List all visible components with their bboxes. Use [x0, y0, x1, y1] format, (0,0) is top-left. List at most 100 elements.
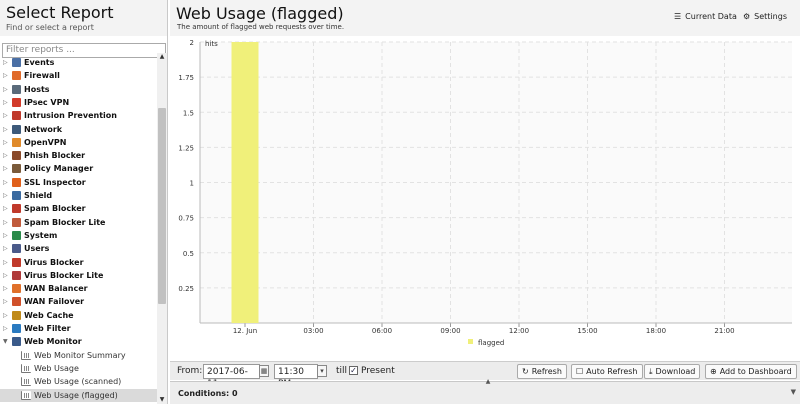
network-icon [12, 124, 21, 134]
report-title: Web Usage (flagged) [176, 4, 344, 23]
tree-item-wan-balancer[interactable]: ▷ WAN Balancer [0, 282, 157, 295]
tree-child-web-usage[interactable]: Web Usage [0, 362, 157, 375]
tree-item-label: Policy Manager [24, 164, 94, 174]
tree-item-system[interactable]: ▷ System [0, 229, 157, 242]
y-tick-label: 1 [190, 180, 194, 188]
collapsed-arrow-icon[interactable]: ▷ [3, 242, 9, 255]
tree-item-label: Firewall [24, 71, 60, 81]
tree-item-label: Shield [24, 191, 53, 200]
conditions-bar[interactable]: ▲ Conditions: 0 ▼ [170, 379, 800, 404]
tree-child-web-usage-scanned-[interactable]: Web Usage (scanned) [0, 375, 157, 388]
sidebar-header: Select Report Find or select a report [0, 0, 167, 36]
from-date-input[interactable]: 2017-06-11 [203, 364, 260, 389]
expanded-arrow-icon[interactable]: ▼ [3, 335, 9, 348]
plus-circle-icon: ⊕ [710, 367, 717, 376]
refresh-button[interactable]: ↻ Refresh [517, 364, 567, 379]
current-data-label: Current Data [685, 12, 737, 21]
tree-item-virus-blocker[interactable]: ▷ Virus Blocker [0, 256, 157, 269]
auto-refresh-button[interactable]: ☐ Auto Refresh [571, 364, 643, 379]
collapsed-arrow-icon[interactable]: ▷ [3, 189, 9, 202]
present-label: Present [361, 366, 395, 376]
tree-child-label: Web Usage (scanned) [34, 377, 122, 387]
download-button[interactable]: ⤓ Download [644, 364, 701, 379]
x-tick-label: 12:00 [509, 327, 529, 335]
tree-item-users[interactable]: ▷ Users [0, 242, 157, 255]
scrollbar-thumb[interactable] [158, 108, 166, 304]
collapsed-arrow-icon[interactable]: ▷ [3, 322, 9, 335]
web-cache-icon [12, 310, 21, 320]
web-filter-icon [12, 324, 21, 333]
collapsed-arrow-icon[interactable]: ▷ [3, 309, 9, 322]
collapsed-arrow-icon[interactable]: ▷ [3, 229, 9, 242]
collapsed-arrow-icon[interactable]: ▷ [3, 109, 9, 122]
collapsed-arrow-icon[interactable]: ▷ [3, 96, 9, 109]
ssl-inspector-icon [12, 177, 21, 187]
scroll-up-arrow-icon[interactable]: ▲ [157, 53, 167, 61]
collapsed-arrow-icon[interactable]: ▷ [3, 83, 9, 96]
collapsed-arrow-icon[interactable]: ▷ [3, 256, 9, 269]
calendar-icon[interactable]: ▦ [259, 365, 269, 377]
tree-item-hosts[interactable]: ▷ Hosts [0, 83, 157, 96]
tree-item-label: Network [24, 124, 63, 134]
x-tick-label: 15:00 [577, 327, 597, 335]
tree-item-spam-blocker-lite[interactable]: ▷ Spam Blocker Lite [0, 216, 157, 229]
tree-item-web-cache[interactable]: ▷ Web Cache [0, 309, 157, 322]
scroll-down-icon[interactable]: ▼ [791, 388, 796, 396]
collapse-toggle-icon[interactable]: ▲ [482, 379, 494, 385]
report-header: Web Usage (flagged) The amount of flagge… [170, 0, 800, 36]
collapsed-arrow-icon[interactable]: ▷ [3, 216, 9, 229]
collapsed-arrow-icon[interactable]: ▷ [3, 269, 9, 282]
users-icon [12, 244, 21, 254]
from-time-input[interactable]: 11:30 PM [274, 364, 318, 389]
collapsed-arrow-icon[interactable]: ▷ [3, 149, 9, 162]
tree-item-firewall[interactable]: ▷ Firewall [0, 69, 157, 82]
table-icon: ☰ [674, 12, 682, 21]
collapsed-arrow-icon[interactable]: ▷ [3, 176, 9, 189]
sidebar-scrollbar[interactable]: ▲ ▼ [157, 53, 167, 404]
tree-item-policy-manager[interactable]: ▷ Policy Manager [0, 162, 157, 175]
time-dropdown-icon[interactable]: ▾ [317, 365, 327, 377]
collapsed-arrow-icon[interactable]: ▷ [3, 282, 9, 295]
hosts-icon [12, 84, 21, 94]
collapsed-arrow-icon[interactable]: ▷ [3, 123, 9, 136]
tree-item-ssl-inspector[interactable]: ▷ SSL Inspector [0, 176, 157, 189]
tree-item-label: SSL Inspector [24, 177, 86, 187]
tree-item-label: Web Monitor [24, 337, 82, 347]
system-icon [12, 230, 21, 240]
tree-item-virus-blocker-lite[interactable]: ▷ Virus Blocker Lite [0, 269, 157, 282]
checkbox-icon: ☐ [576, 367, 584, 376]
collapsed-arrow-icon[interactable]: ▷ [3, 162, 9, 175]
add-to-dashboard-button[interactable]: ⊕ Add to Dashboard [705, 364, 797, 379]
current-data-button[interactable]: ☰ Current Data [674, 12, 737, 21]
tree-item-label: Hosts [24, 84, 50, 94]
bar-chart-icon [21, 377, 31, 387]
collapsed-arrow-icon[interactable]: ▷ [3, 56, 9, 69]
y-tick-label: 0.25 [178, 285, 194, 293]
bar-chart-icon [21, 363, 31, 373]
settings-button[interactable]: ⚙ Settings [743, 12, 787, 21]
tree-item-openvpn[interactable]: ▷ OpenVPN [0, 136, 157, 149]
tree-item-network[interactable]: ▷ Network [0, 123, 157, 136]
collapsed-arrow-icon[interactable]: ▷ [3, 136, 9, 149]
scroll-down-arrow-icon[interactable]: ▼ [157, 396, 167, 404]
tree-child-web-monitor-summary[interactable]: Web Monitor Summary [0, 349, 157, 362]
collapsed-arrow-icon[interactable]: ▷ [3, 295, 9, 308]
tree-item-label: Intrusion Prevention [24, 111, 117, 121]
tree-item-web-filter[interactable]: ▷ Web Filter [0, 322, 157, 335]
tree-item-ipsec-vpn[interactable]: ▷ IPsec VPN [0, 96, 157, 109]
tree-item-wan-failover[interactable]: ▷ WAN Failover [0, 295, 157, 308]
tree-item-web-monitor[interactable]: ▼ Web Monitor [0, 335, 157, 348]
collapsed-arrow-icon[interactable]: ▷ [3, 69, 9, 82]
present-checkbox[interactable]: ✓ [349, 366, 358, 375]
tree-item-intrusion-prevention[interactable]: ▷ Intrusion Prevention [0, 109, 157, 122]
tree-item-spam-blocker[interactable]: ▷ Spam Blocker [0, 202, 157, 215]
tree-item-shield[interactable]: ▷ Shield [0, 189, 157, 202]
y-tick-label: 1.5 [183, 109, 194, 117]
tree-item-phish-blocker[interactable]: ▷ Phish Blocker [0, 149, 157, 162]
wan-balancer-icon [12, 284, 21, 294]
intrusion-prevention-icon [12, 111, 21, 121]
tree-item-label: Events [24, 58, 55, 67]
tree-child-web-usage-flagged-[interactable]: Web Usage (flagged) [0, 388, 157, 402]
tree-item-events[interactable]: ▷ Events [0, 56, 157, 69]
collapsed-arrow-icon[interactable]: ▷ [3, 202, 9, 215]
